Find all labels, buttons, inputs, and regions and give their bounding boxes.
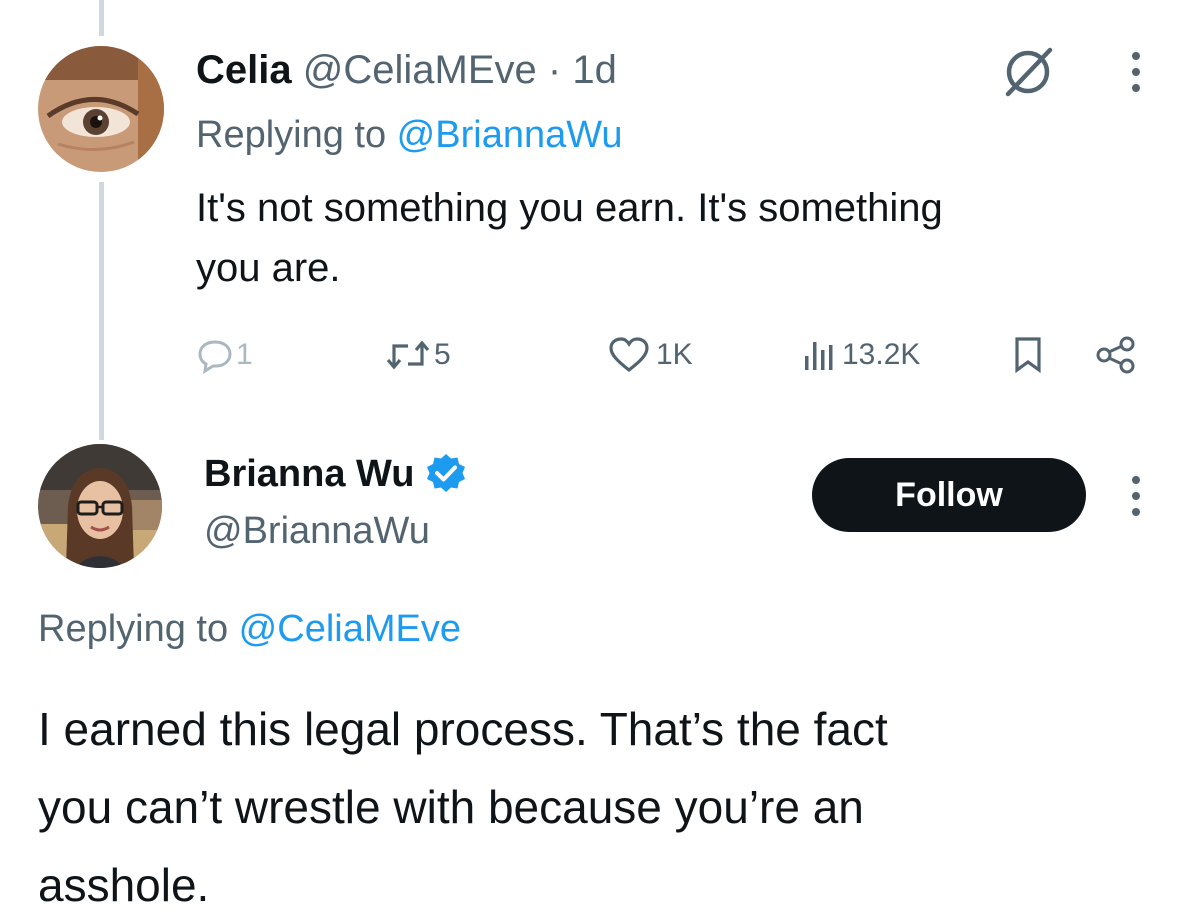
- author-handle[interactable]: @BriannaWu: [204, 510, 430, 553]
- like-icon: [609, 337, 649, 373]
- like-count: 1K: [656, 338, 693, 371]
- more-icon[interactable]: [1128, 52, 1144, 92]
- views-count: 13.2K: [842, 338, 921, 371]
- tweet2-text-line1: I earned this legal process. That’s the …: [38, 703, 888, 755]
- tweet2-text: I earned this legal process. That’s the …: [38, 690, 888, 924]
- reply-count: 1: [236, 338, 253, 371]
- thread-line: [99, 182, 104, 440]
- avatar-celia[interactable]: [38, 46, 164, 172]
- tweet2-name-row: Brianna Wu: [204, 452, 468, 496]
- tweet1-text-line1: It's not something you earn. It's someth…: [196, 186, 943, 230]
- replying-prefix: Replying to: [38, 608, 239, 650]
- tweet1-text-line2: you are.: [196, 246, 341, 290]
- replying-to-link[interactable]: @CeliaMEve: [239, 608, 461, 650]
- tweet1-header: Celia @CeliaMEve · 1d: [196, 42, 617, 98]
- repost-button[interactable]: 5: [384, 330, 451, 380]
- reply-button[interactable]: 1: [196, 330, 253, 380]
- avatar-brianna[interactable]: [38, 444, 162, 568]
- thread-line-top: [99, 0, 104, 36]
- timestamp[interactable]: 1d: [572, 48, 617, 92]
- replying-to: Replying to @CeliaMEve: [38, 608, 461, 651]
- reply-icon: [198, 340, 232, 374]
- author-handle[interactable]: @CeliaMEve: [303, 48, 537, 92]
- verified-badge-icon: [427, 454, 466, 492]
- replying-to-link[interactable]: @BriannaWu: [397, 114, 623, 156]
- more-icon[interactable]: [1128, 476, 1144, 516]
- grok-icon[interactable]: [1002, 46, 1054, 98]
- tweet2-text-line3: asshole.: [38, 859, 210, 911]
- author-name[interactable]: Brianna Wu: [204, 453, 414, 496]
- bookmark-icon: [1015, 337, 1041, 374]
- replying-to: Replying to @BriannaWu: [196, 114, 623, 157]
- share-icon: [1096, 336, 1135, 374]
- replying-prefix: Replying to: [196, 114, 397, 156]
- author-name[interactable]: Celia: [196, 48, 292, 92]
- views-button[interactable]: 13.2K: [800, 330, 920, 380]
- bookmark-button[interactable]: [1010, 330, 1046, 380]
- like-button[interactable]: 1K: [608, 330, 693, 380]
- follow-button[interactable]: Follow: [812, 458, 1086, 532]
- tweet1-text: It's not something you earn. It's someth…: [196, 178, 943, 298]
- repost-icon: [386, 340, 430, 370]
- dot-separator: ·: [547, 48, 562, 92]
- tweet2-text-line2: you can’t wrestle with because you’re an: [38, 781, 864, 833]
- views-icon: [805, 342, 833, 370]
- repost-count: 5: [434, 338, 451, 371]
- share-button[interactable]: [1094, 330, 1138, 380]
